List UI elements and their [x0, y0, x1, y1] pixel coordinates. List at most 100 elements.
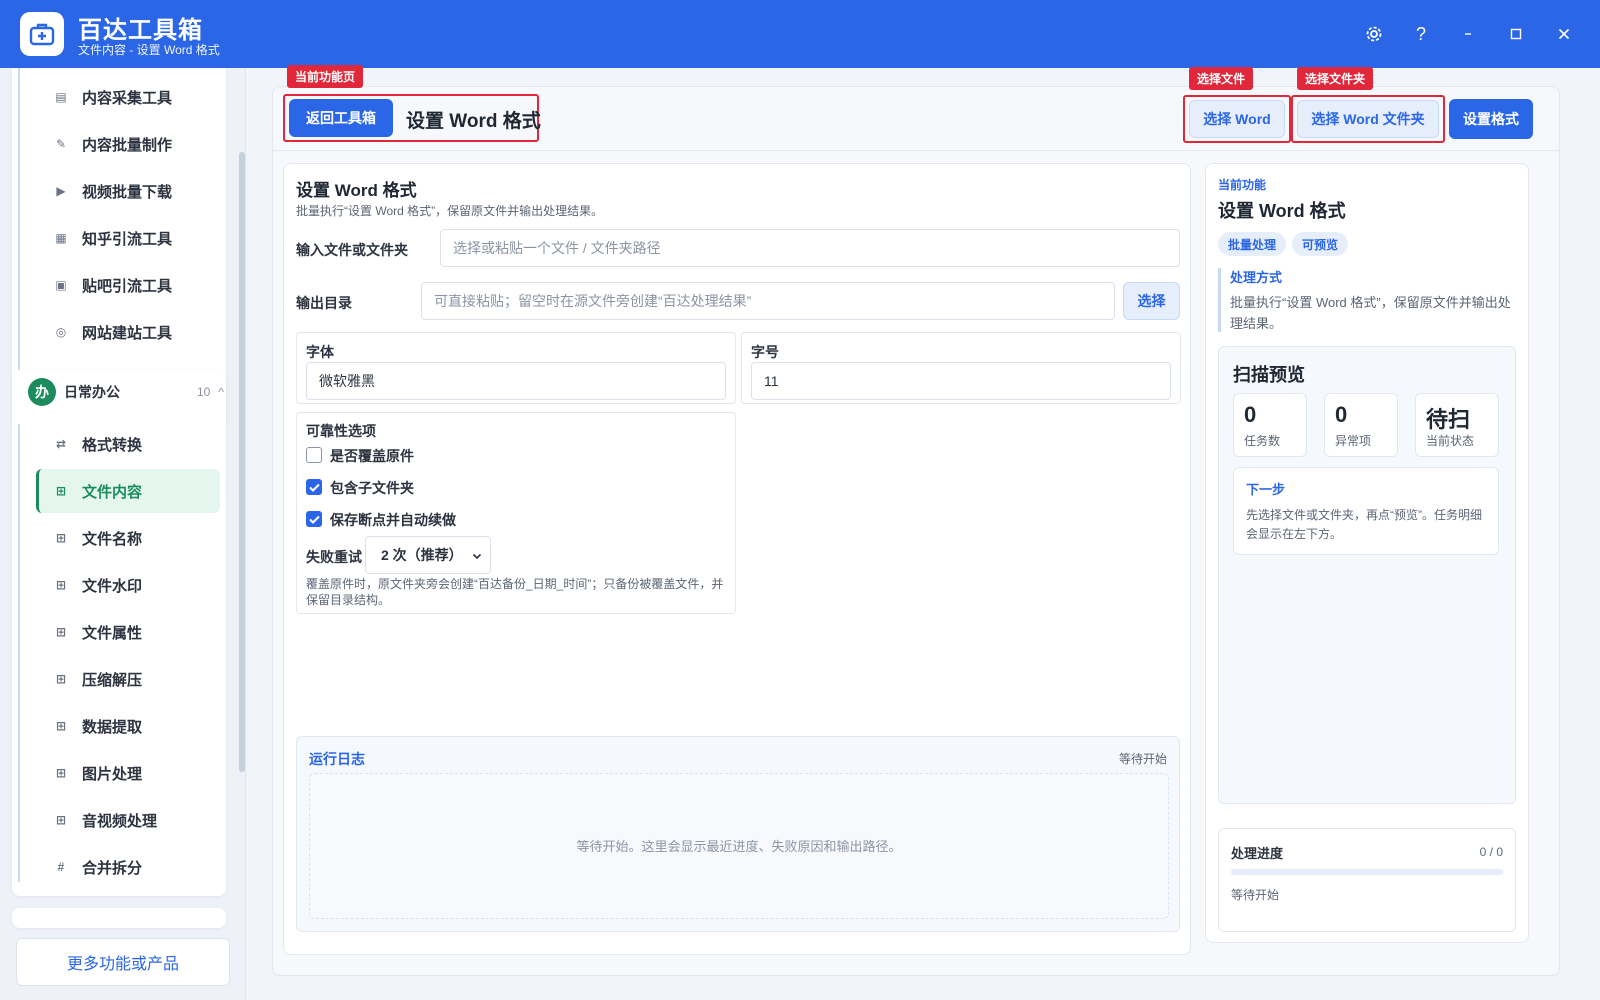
font-size-field[interactable]: 11	[751, 362, 1171, 400]
overwrite-original-label: 是否覆盖原件	[330, 448, 414, 464]
input-path-field[interactable]: 选择或粘贴一个文件 / 文件夹路径	[440, 229, 1180, 267]
resume-checkpoint-label: 保存断点并自动续做	[330, 512, 456, 528]
grid-icon: ⊞	[55, 766, 67, 780]
retry-label: 失败重试	[306, 549, 362, 565]
output-dir-field[interactable]: 可直接粘贴；留空时在源文件旁创建“百达处理结果”	[421, 282, 1115, 320]
reliability-options-box: 可靠性选项 是否覆盖原件 包含子文件夹 保存断点并自动续做 失败重试 2 次（推…	[296, 412, 736, 614]
grid-icon: ⊞	[55, 813, 67, 827]
page-title: 设置 Word 格式	[406, 111, 541, 132]
help-icon[interactable]: ?	[1407, 20, 1435, 48]
back-to-toolbox-button[interactable]: 返回工具箱	[289, 99, 393, 137]
app-subtitle: 文件内容 - 设置 Word 格式	[78, 43, 220, 57]
sidebar-group-office[interactable]: 办 日常办公 10 ^	[28, 370, 224, 414]
more-products-button[interactable]: 更多功能或产品	[16, 938, 230, 986]
tag-batch: 批量处理	[1218, 232, 1287, 256]
retry-select[interactable]: 2 次（推荐）	[365, 536, 491, 574]
font-field[interactable]: 微软雅黑	[306, 362, 726, 400]
maximize-icon[interactable]	[1502, 20, 1530, 48]
grid-icon: ⊞	[55, 531, 67, 545]
minimize-icon[interactable]	[1454, 20, 1482, 48]
sidebar-scrollbar[interactable]	[239, 152, 245, 772]
output-dir-select-button[interactable]: 选择	[1123, 282, 1180, 320]
app-title: 百达工具箱	[78, 17, 203, 44]
sidebar-item-tieba[interactable]: ▣ 贴吧引流工具	[36, 263, 220, 307]
callout-select-folder-tag: 选择文件夹	[1297, 67, 1374, 90]
sidebar-item-file-name[interactable]: ⊞ 文件名称	[36, 516, 220, 560]
hash-icon: #	[57, 860, 65, 874]
progress-bar	[1231, 869, 1503, 875]
include-subfolders-checkbox[interactable]	[306, 479, 322, 495]
sidebar-item-compress[interactable]: ⊞ 压缩解压	[36, 657, 220, 701]
input-path-label: 输入文件或文件夹	[296, 242, 408, 258]
sidebar-item-file-content[interactable]: ⊞ 文件内容	[36, 469, 220, 513]
sidebar-card-next	[12, 908, 226, 928]
scan-title: 扫描预览	[1233, 365, 1305, 385]
sidebar-item-format-convert[interactable]: ⇄ 格式转换	[36, 422, 220, 466]
run-log-placeholder: 等待开始。这里会显示最近进度、失败原因和输出路径。	[576, 839, 902, 854]
sidebar: ▤ 内容采集工具 ✎ 内容批量制作 ▶ 视频批量下载 ▦ 知乎引流工具 ▣ 贴吧引流工具 …	[0, 68, 246, 1000]
group-badge: 办	[28, 378, 56, 406]
toolbox-icon	[29, 23, 55, 46]
sidebar-item-file-props[interactable]: ⊞ 文件属性	[36, 610, 220, 654]
font-label: 字体	[306, 344, 334, 360]
group-label: 日常办公	[64, 384, 120, 400]
select-word-folder-button[interactable]: 选择 Word 文件夹	[1297, 100, 1439, 138]
app-logo	[20, 12, 64, 56]
include-subfolders-label: 包含子文件夹	[330, 480, 414, 496]
resume-checkpoint-checkbox[interactable]	[306, 511, 322, 527]
tieba-icon: ▣	[55, 278, 67, 292]
sidebar-item-batch-make[interactable]: ✎ 内容批量制作	[36, 122, 220, 166]
info-title: 设置 Word 格式	[1218, 201, 1346, 221]
font-size-box: 字号 11	[741, 332, 1181, 404]
font-box: 字体 微软雅黑	[296, 332, 736, 404]
reliability-title: 可靠性选项	[306, 423, 376, 439]
settings-icon[interactable]	[1360, 20, 1388, 48]
info-panel: 当前功能 设置 Word 格式 批量处理 可预览 处理方式 批量执行“设置 Wo…	[1205, 163, 1529, 943]
chevron-down-icon	[472, 548, 482, 564]
method-text: 批量执行“设置 Word 格式”，保留原文件并输出处理结果。	[1230, 295, 1511, 331]
callout-select-file-tag: 选择文件	[1189, 67, 1254, 90]
sidebar-item-image[interactable]: ⊞ 图片处理	[36, 751, 220, 795]
method-accent-bar	[1218, 268, 1221, 332]
callout-current-page-tag: 当前功能页	[287, 65, 364, 88]
sidebar-item-content-collect[interactable]: ▤ 内容采集工具	[36, 75, 220, 119]
page-toolbar: 当前功能页 返回工具箱 设置 Word 格式 选择文件 选择 Word 选择文件…	[273, 65, 1559, 151]
progress-title: 处理进度	[1231, 846, 1284, 861]
grid-icon: ⊞	[55, 672, 67, 686]
sidebar-item-av[interactable]: ⊞ 音视频处理	[36, 798, 220, 842]
overwrite-original-checkbox[interactable]	[306, 447, 322, 463]
sidebar-item-data-extract[interactable]: ⊞ 数据提取	[36, 704, 220, 748]
next-step-box: 下一步 先选择文件或文件夹，再点“预览”。任务明细会显示在左下方。	[1233, 467, 1499, 555]
sidebar-item-video-download[interactable]: ▶ 视频批量下载	[36, 169, 220, 213]
stat-task-count: 0 任务数	[1233, 393, 1307, 457]
sidebar-item-merge-split[interactable]: # 合并拆分	[36, 845, 220, 889]
form-description: 批量执行“设置 Word 格式”，保留原文件并输出处理结果。	[296, 204, 604, 218]
progress-box: 处理进度 0 / 0 等待开始	[1218, 828, 1516, 932]
sidebar-item-website[interactable]: ◎ 网站建站工具	[36, 310, 220, 354]
scan-preview-panel: 扫描预览 0 任务数 0 异常项 待扫 当前状态 下一步 先选择文件或文件夹，再…	[1218, 346, 1516, 804]
font-size-label: 字号	[751, 344, 779, 360]
pen-icon: ✎	[55, 137, 67, 151]
progress-status: 等待开始	[1231, 888, 1280, 902]
zhihu-icon: ▦	[55, 231, 67, 245]
run-log-title: 运行日志	[309, 751, 365, 767]
sidebar-item-watermark[interactable]: ⊞ 文件水印	[36, 563, 220, 607]
form-title: 设置 Word 格式	[296, 181, 417, 200]
overwrite-backup-note: 覆盖原件时，原文件夹旁会创建“百达备份_日期_时间”；只备份被覆盖文件，并保留目…	[306, 577, 724, 607]
run-log-area[interactable]: 等待开始。这里会显示最近进度、失败原因和输出路径。	[309, 773, 1169, 919]
run-log-panel: 运行日志 等待开始 等待开始。这里会显示最近进度、失败原因和输出路径。	[296, 736, 1180, 932]
set-format-button[interactable]: 设置格式	[1449, 99, 1533, 139]
main-panel: 当前功能页 返回工具箱 设置 Word 格式 选择文件 选择 Word 选择文件…	[272, 65, 1560, 976]
next-step-text: 先选择文件或文件夹，再点“预览”。任务明细会显示在左下方。	[1246, 508, 1482, 541]
chevron-up-icon[interactable]: ^	[218, 385, 224, 399]
select-word-button[interactable]: 选择 Word	[1189, 100, 1285, 138]
sidebar-item-zhihu[interactable]: ▦ 知乎引流工具	[36, 216, 220, 260]
tag-preview: 可预览	[1292, 232, 1349, 256]
method-title: 处理方式	[1230, 270, 1283, 285]
video-icon: ▶	[56, 184, 66, 198]
grid-icon: ⊞	[55, 625, 67, 639]
group-count: 10	[197, 385, 211, 399]
output-dir-label: 输出目录	[296, 295, 352, 311]
close-icon[interactable]	[1550, 20, 1578, 48]
swap-icon: ⇄	[55, 437, 67, 451]
